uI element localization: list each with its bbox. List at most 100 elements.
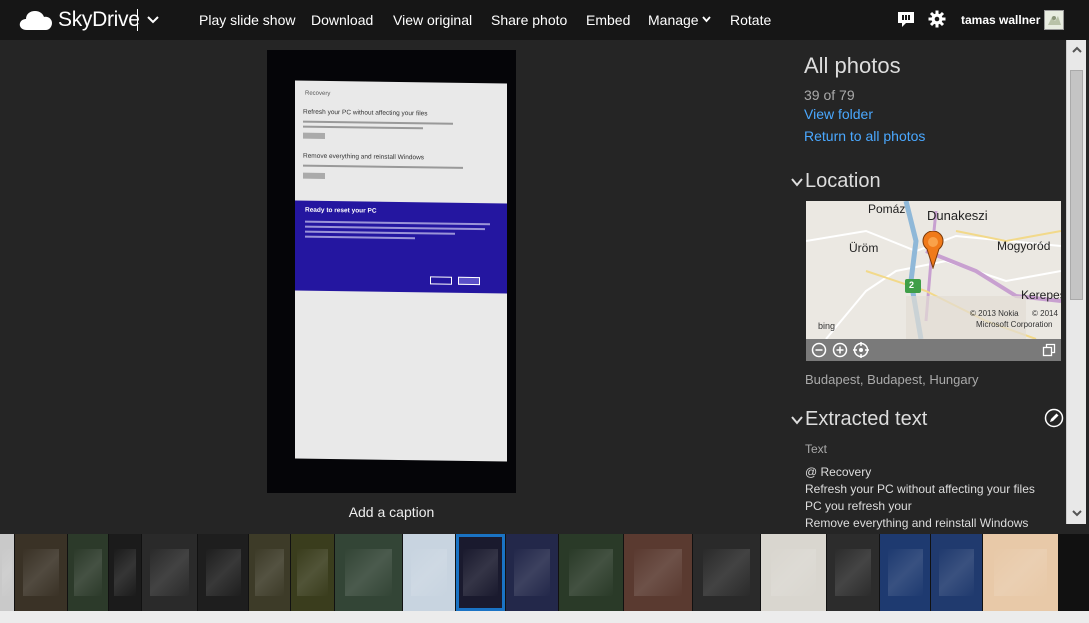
thumbnail-image — [205, 549, 241, 596]
panel-title[interactable]: All photos — [804, 53, 901, 79]
thumbnail-image — [2, 549, 12, 596]
scroll-thumb[interactable] — [1070, 70, 1083, 300]
extracted-text-label: Text — [805, 442, 828, 456]
skydrive-logo[interactable]: SkyDrive — [18, 6, 140, 34]
download-button[interactable]: Download — [311, 12, 373, 28]
bing-logo: bing — [818, 321, 836, 331]
filmstrip-thumbnail[interactable] — [0, 534, 14, 611]
map-controls — [806, 339, 1061, 361]
filmstrip-thumbnail[interactable] — [403, 534, 455, 611]
view-original-button[interactable]: View original — [393, 12, 472, 28]
thumbnail-image — [150, 549, 189, 596]
thumbnail-image — [410, 549, 448, 596]
filmstrip-thumbnail[interactable] — [198, 534, 248, 611]
thumbnail-image — [463, 549, 498, 596]
photo-count: 39 of 79 — [804, 87, 855, 103]
map-pin-icon[interactable] — [920, 231, 946, 269]
extracted-text-line: Refresh your PC without affecting your f… — [805, 482, 1035, 496]
main-photo[interactable]: Recovery Refresh your PC without affecti… — [267, 50, 516, 493]
view-folder-link[interactable]: View folder — [804, 106, 873, 122]
map-label-mogyorod: Mogyoród — [997, 239, 1051, 253]
panel-scrollbar[interactable] — [1066, 40, 1086, 524]
brand-name: SkyDrive — [58, 8, 140, 31]
map-label-dunakeszi: Dunakeszi — [927, 208, 988, 223]
photo-text-line — [303, 164, 463, 169]
manage-menu[interactable]: Manage — [648, 12, 711, 28]
avatar-image-icon — [1048, 16, 1061, 25]
filmstrip-thumbnail[interactable] — [249, 534, 290, 611]
embed-button[interactable]: Embed — [586, 12, 630, 28]
play-slide-show-button[interactable]: Play slide show — [199, 12, 296, 28]
location-name: Budapest, Budapest, Hungary — [805, 372, 979, 387]
chevron-down-icon[interactable] — [791, 414, 803, 426]
filmstrip-thumbnail[interactable] — [880, 534, 930, 611]
add-caption-link[interactable]: Add a caption — [267, 504, 516, 520]
map-label-kerepes: Kerepes — [1021, 288, 1061, 302]
filmstrip-thumbnail[interactable] — [559, 534, 623, 611]
window-bottom-edge — [0, 611, 1089, 623]
map-copyright: © 2013 Nokia — [970, 309, 1019, 318]
zoom-in-icon[interactable] — [832, 342, 848, 358]
edit-pencil-icon[interactable] — [1044, 408, 1064, 428]
map-label-urom: Üröm — [849, 241, 879, 255]
gear-icon[interactable] — [928, 10, 946, 28]
avatar[interactable] — [1044, 10, 1064, 30]
filmstrip-thumbnail[interactable] — [761, 534, 826, 611]
logo-divider — [137, 9, 138, 31]
thumbnail-image — [255, 549, 284, 596]
filmstrip-thumbnail[interactable] — [827, 534, 879, 611]
extracted-text-line: Remove everything and reinstall Windows — [805, 516, 1029, 530]
filmstrip-thumbnail[interactable] — [142, 534, 197, 611]
filmstrip-thumbnail[interactable] — [109, 534, 141, 611]
filmstrip-thumbnail[interactable] — [506, 534, 558, 611]
cloud-icon — [19, 11, 52, 30]
extracted-text-heading[interactable]: Extracted text — [805, 408, 927, 431]
filmstrip-thumbnail[interactable] — [983, 534, 1058, 611]
photo-text-line — [305, 225, 485, 231]
photo-reset-dialog: Ready to reset your PC — [295, 200, 507, 294]
user-name[interactable]: tamas wallner — [961, 13, 1040, 27]
photo-section-1: Refresh your PC without affecting your f… — [303, 108, 428, 118]
location-heading[interactable]: Location — [805, 170, 881, 193]
filmstrip-thumbnail[interactable] — [15, 534, 67, 611]
zoom-out-icon[interactable] — [811, 342, 827, 358]
filmstrip-thumbnail[interactable] — [624, 534, 692, 611]
map-label-pomaz: Pomáz — [868, 202, 906, 216]
share-photo-button[interactable]: Share photo — [491, 12, 567, 28]
photo-reset-button — [430, 276, 452, 285]
photo-button — [303, 172, 325, 179]
filmstrip-thumbnail[interactable] — [931, 534, 982, 611]
filmstrip-thumbnail[interactable] — [291, 534, 334, 611]
filmstrip-thumbnail[interactable] — [456, 534, 505, 611]
scroll-up-icon[interactable] — [1071, 44, 1083, 56]
expand-map-icon[interactable] — [1042, 343, 1056, 357]
thumbnail-image — [345, 549, 392, 596]
thumbnail-image — [770, 549, 817, 596]
chevron-down-icon[interactable] — [791, 176, 803, 188]
manage-label: Manage — [648, 12, 699, 28]
rotate-button[interactable]: Rotate — [730, 12, 771, 28]
locate-icon[interactable] — [853, 342, 869, 358]
extracted-text-line: @ Recovery — [805, 465, 872, 479]
photo-text-line — [303, 120, 453, 125]
thumbnail-image — [74, 549, 102, 596]
scroll-down-icon[interactable] — [1071, 507, 1083, 519]
return-to-all-photos-link[interactable]: Return to all photos — [804, 128, 925, 144]
filmstrip — [0, 534, 1089, 611]
location-map[interactable]: Pomáz Dunakeszi Üröm Mogyoród Kerepes 2 … — [806, 201, 1061, 361]
thumbnail-image — [834, 549, 872, 596]
feedback-icon[interactable] — [897, 11, 915, 28]
chevron-down-icon — [701, 16, 711, 23]
thumbnail-image — [568, 549, 614, 596]
filmstrip-thumbnail[interactable] — [335, 534, 402, 611]
thumbnail-image — [513, 549, 551, 596]
chevron-down-icon[interactable] — [145, 8, 161, 32]
photo-button — [303, 132, 325, 139]
route-badge: 2 — [909, 280, 915, 290]
filmstrip-thumbnail[interactable] — [693, 534, 760, 611]
filmstrip-thumbnail[interactable] — [68, 534, 108, 611]
photo-text-line — [303, 125, 423, 130]
thumbnail-image — [887, 549, 923, 596]
photo-dialog-title: Ready to reset your PC — [305, 206, 377, 215]
info-panel: All photos 39 of 79 View folder Return t… — [790, 40, 1066, 534]
